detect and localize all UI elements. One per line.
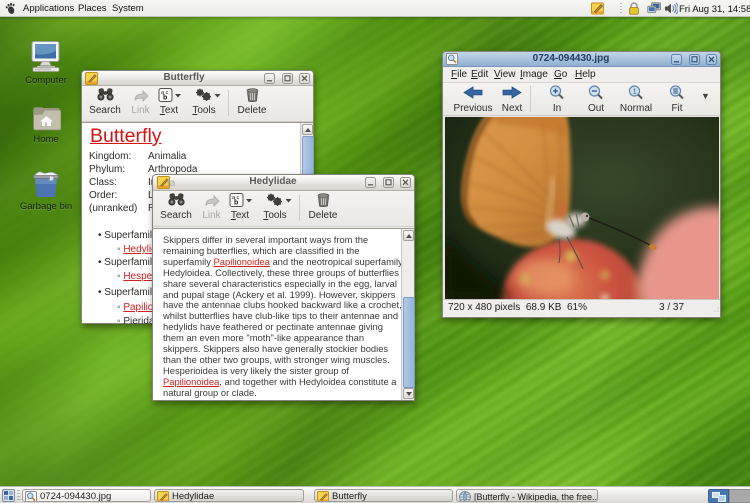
svg-text:b: b xyxy=(234,200,238,207)
svg-text:1: 1 xyxy=(632,89,636,96)
svg-text:b: b xyxy=(163,95,167,102)
